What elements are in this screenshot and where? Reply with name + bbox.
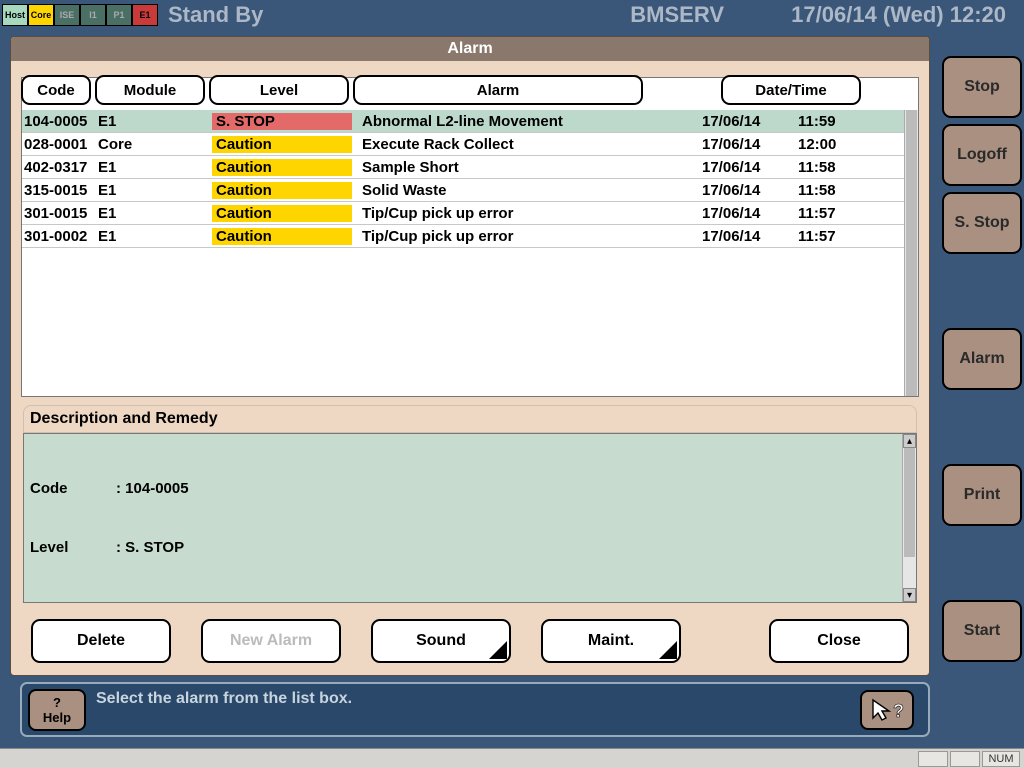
cell-alarm: Sample Short [352,159,702,176]
scroll-up-arrow[interactable]: ▴ [903,434,916,448]
table-scrollbar[interactable] [904,110,918,396]
cell-code: 301-0015 [22,205,98,222]
cell-time: 11:59 [798,113,868,130]
submenu-indicator-icon [489,641,507,659]
cell-time: 12:00 [798,136,868,153]
status-box-e1[interactable]: E1 [132,4,158,26]
cell-module: Core [98,136,212,153]
cell-module: E1 [98,159,212,176]
module-status-boxes: HostCoreISEI1P1E1 [2,4,158,26]
col-header-datetime[interactable]: Date/Time [721,75,861,105]
status-cell [918,751,948,767]
cell-date: 17/06/14 [702,159,798,176]
maint-button[interactable]: Maint. [541,619,681,663]
cell-level: Caution [212,182,352,199]
alarm-panel: Alarm Code Module Level Alarm Date/Time … [10,36,930,676]
numlock-indicator: NUM [982,751,1020,767]
cell-date: 17/06/14 [702,205,798,222]
submenu-indicator-icon [659,641,677,659]
close-button[interactable]: Close [769,619,909,663]
cell-module: E1 [98,182,212,199]
cell-level: Caution [212,159,352,176]
datetime-label: 17/06/14 (Wed) 12:20 [791,2,1006,28]
status-box-i1[interactable]: I1 [80,4,106,26]
cell-date: 17/06/14 [702,182,798,199]
action-button-row: Delete New Alarm Sound Maint. Close [31,619,909,663]
scrollbar-thumb[interactable] [906,110,917,396]
cursor-question-icon: ? [869,696,905,724]
cell-code: 301-0002 [22,228,98,245]
cell-date: 17/06/14 [702,136,798,153]
window-status-bar: NUM [0,748,1024,768]
cell-code: 028-0001 [22,136,98,153]
table-row[interactable]: 301-0015E1CautionTip/Cup pick up error17… [22,202,904,225]
cell-alarm: Abnormal L2-line Movement [352,113,702,130]
new-alarm-button[interactable]: New Alarm [201,619,341,663]
cell-code: 104-0005 [22,113,98,130]
col-header-code[interactable]: Code [21,75,91,105]
cell-module: E1 [98,205,212,222]
cell-time: 11:58 [798,182,868,199]
cell-alarm: Tip/Cup pick up error [352,228,702,245]
help-bar: ? Help Select the alarm from the list bo… [20,682,930,737]
status-box-core[interactable]: Core [28,4,54,26]
help-message: Select the alarm from the list box. [96,690,352,708]
cell-alarm: Tip/Cup pick up error [352,205,702,222]
cursor-help-button[interactable]: ? [860,690,914,730]
table-row[interactable]: 104-0005E1S. STOPAbnormal L2-line Moveme… [22,110,904,133]
stop-button[interactable]: Stop [942,56,1022,118]
table-row[interactable]: 402-0317E1CautionSample Short17/06/1411:… [22,156,904,179]
cell-module: E1 [98,228,212,245]
description-header: Description and Remedy [23,405,917,433]
device-name-label: BMSERV [630,2,724,28]
alarm-table: Code Module Level Alarm Date/Time 104-00… [21,77,919,397]
sound-button[interactable]: Sound [371,619,511,663]
svg-text:?: ? [893,701,904,721]
col-header-level[interactable]: Level [209,75,349,105]
cell-level: S. STOP [212,113,352,130]
help-button[interactable]: ? Help [28,689,86,731]
status-box-ise[interactable]: ISE [54,4,80,26]
table-header: Code Module Level Alarm Date/Time [21,75,919,105]
cell-time: 11:57 [798,228,868,245]
panel-title: Alarm [11,37,929,61]
cell-time: 11:58 [798,159,868,176]
cell-level: Caution [212,228,352,245]
status-box-host[interactable]: Host [2,4,28,26]
print-button[interactable]: Print [942,464,1022,526]
table-row[interactable]: 028-0001CoreCautionExecute Rack Collect1… [22,133,904,156]
cell-alarm: Execute Rack Collect [352,136,702,153]
scroll-down-arrow[interactable]: ▾ [903,588,916,602]
table-row[interactable]: 301-0002E1CautionTip/Cup pick up error17… [22,225,904,248]
status-box-p1[interactable]: P1 [106,4,132,26]
side-button-column: StopLogoffS. Stop Alarm Print Start [942,56,1022,662]
cell-alarm: Solid Waste [352,182,702,199]
table-body: 104-0005E1S. STOPAbnormal L2-line Moveme… [22,110,904,396]
description-scrollbar[interactable]: ▴ ▾ [902,434,916,602]
delete-button[interactable]: Delete [31,619,171,663]
cell-module: E1 [98,113,212,130]
col-header-module[interactable]: Module [95,75,205,105]
description-box: Code104-0005 LevelS. STOP Description L2… [23,433,917,603]
alarm-button[interactable]: Alarm [942,328,1022,390]
cell-code: 402-0317 [22,159,98,176]
s-stop-button[interactable]: S. Stop [942,192,1022,254]
system-mode-label: Stand By [168,2,263,28]
cell-date: 17/06/14 [702,113,798,130]
topbar: HostCoreISEI1P1E1 Stand By BMSERV 17/06/… [0,0,1024,30]
cell-date: 17/06/14 [702,228,798,245]
cell-level: Caution [212,136,352,153]
col-header-alarm[interactable]: Alarm [353,75,643,105]
table-row[interactable]: 315-0015E1CautionSolid Waste17/06/1411:5… [22,179,904,202]
cell-level: Caution [212,205,352,222]
start-button[interactable]: Start [942,600,1022,662]
logoff-button[interactable]: Logoff [942,124,1022,186]
cell-code: 315-0015 [22,182,98,199]
description-text: Code104-0005 LevelS. STOP Description L2… [24,434,916,603]
cell-time: 11:57 [798,205,868,222]
status-cell [950,751,980,767]
